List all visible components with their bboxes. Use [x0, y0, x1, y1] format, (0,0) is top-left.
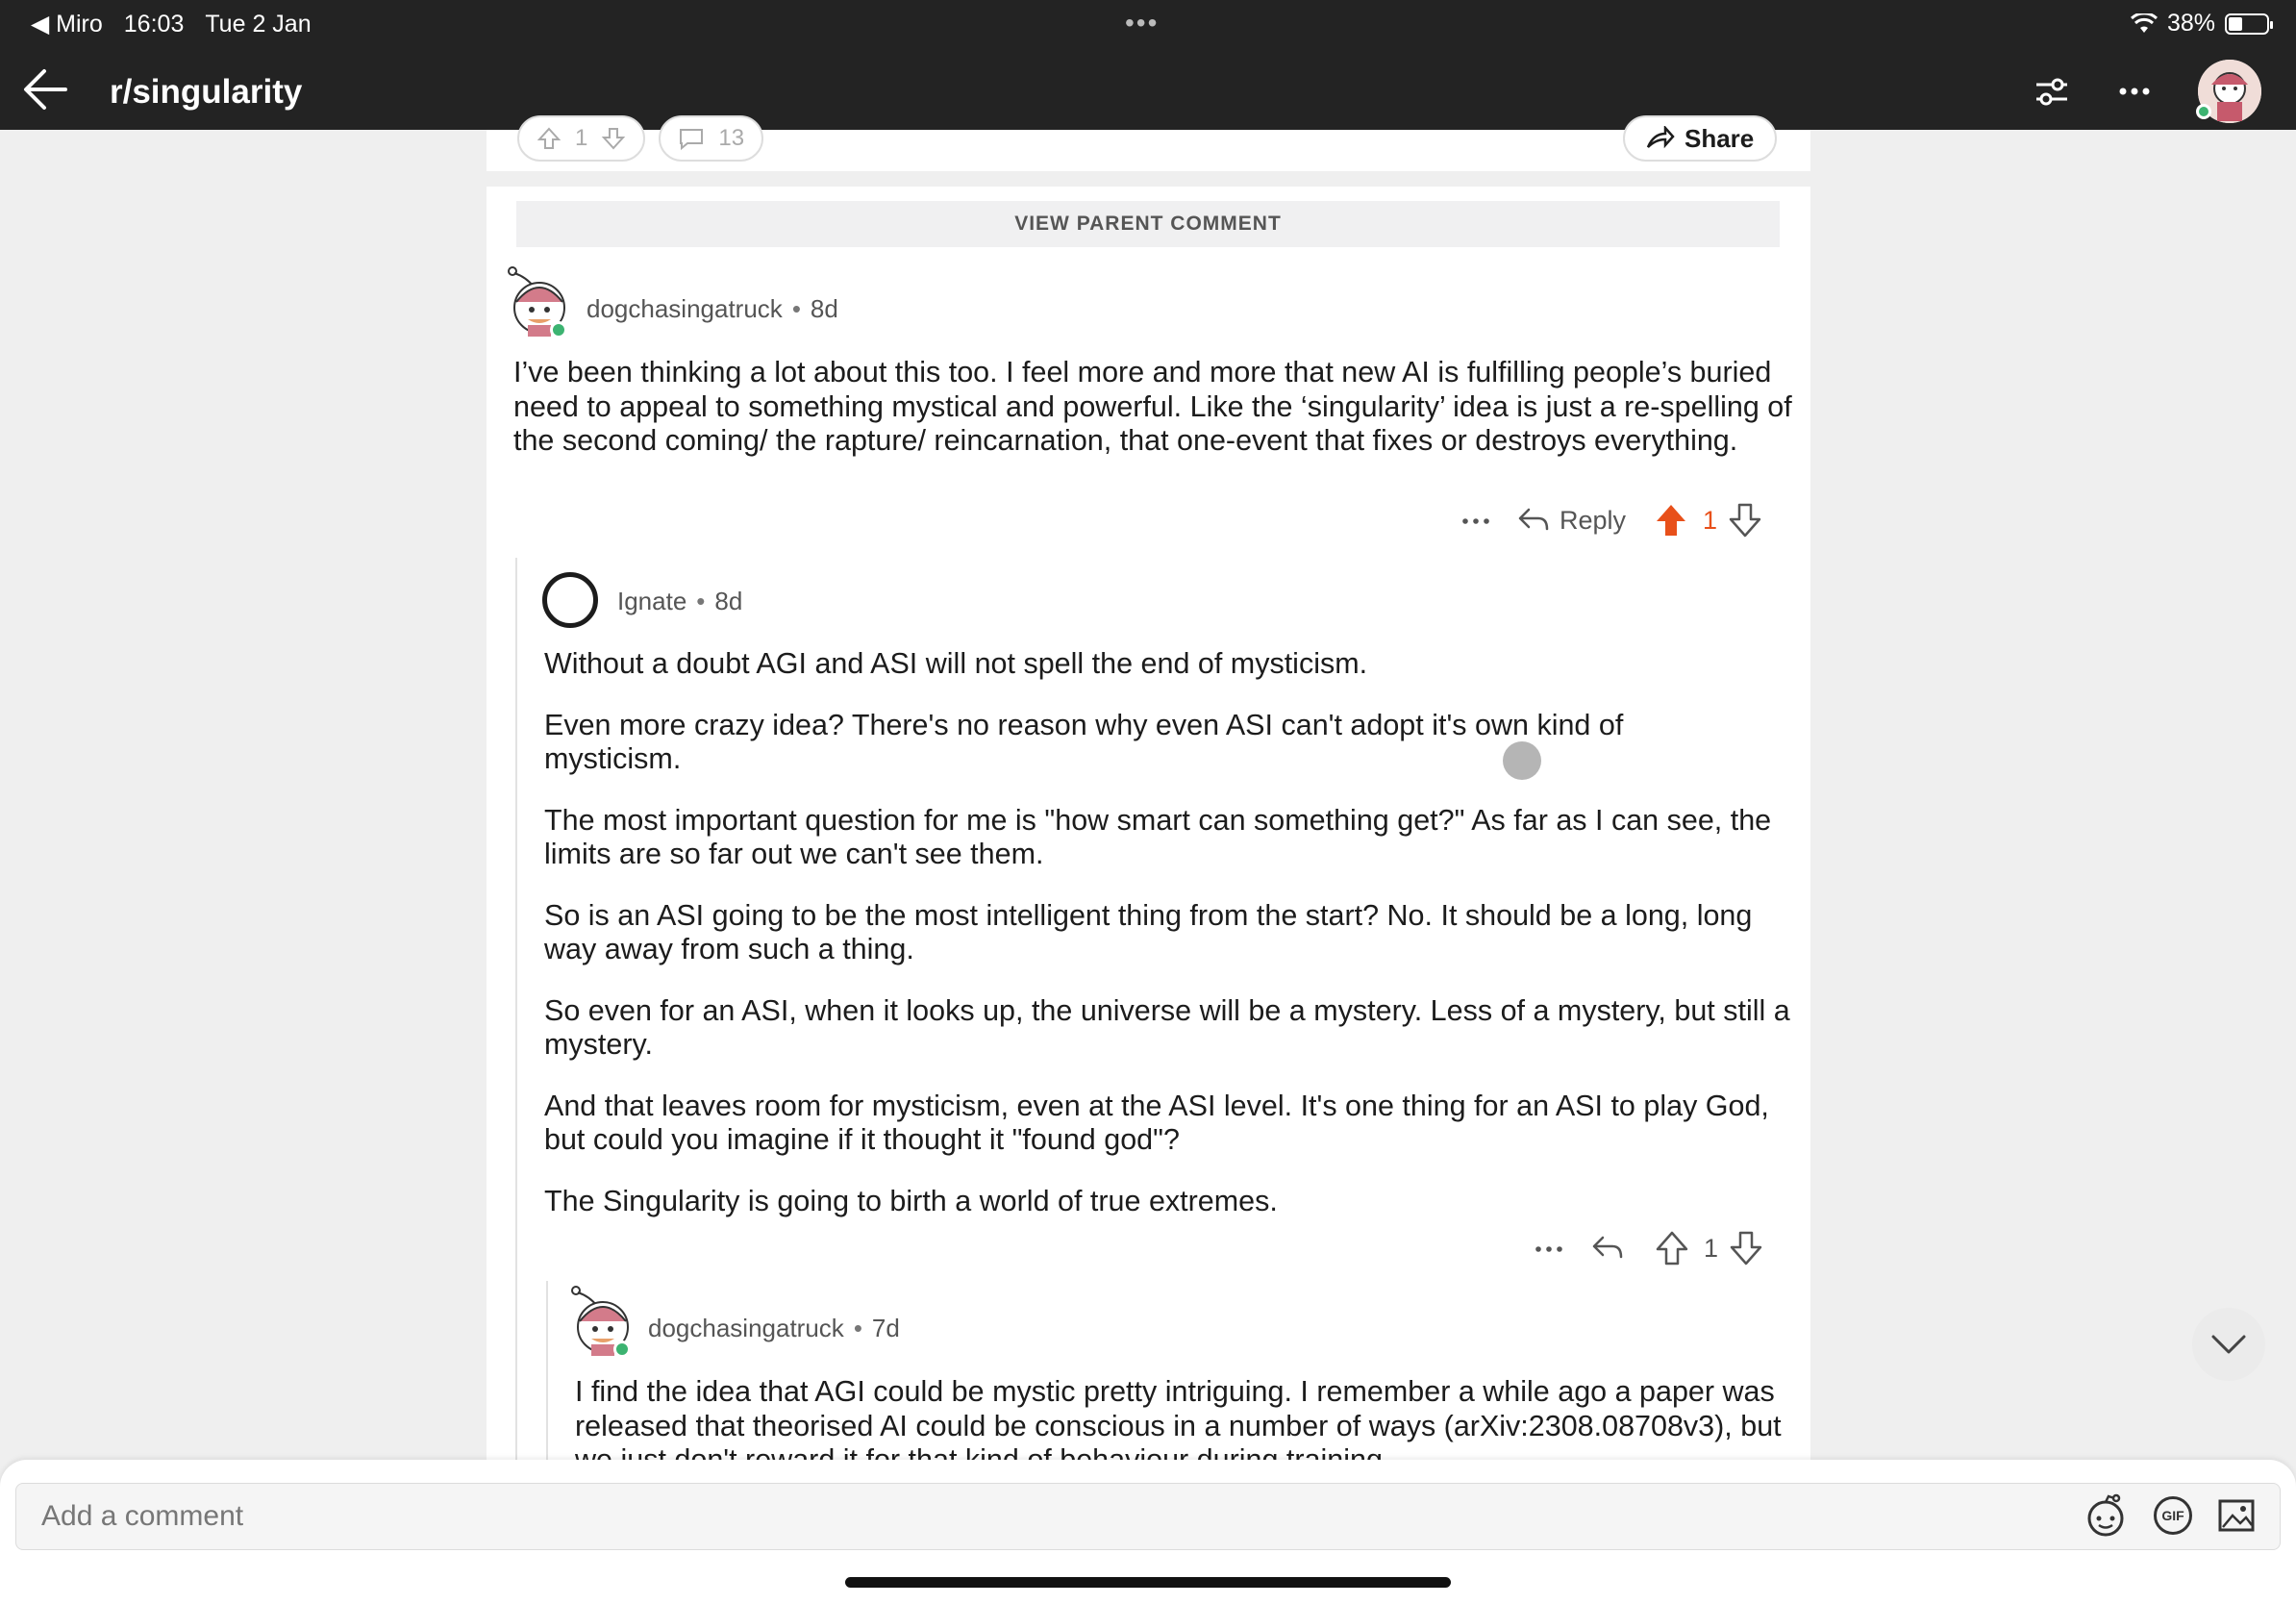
comment-paragraph: Even more crazy idea? There's no reason …	[544, 708, 1624, 776]
reply-icon	[1518, 508, 1549, 531]
comment-username[interactable]: Ignate	[617, 587, 686, 616]
comment-paragraph: The Singularity is going to birth a worl…	[544, 1184, 1278, 1217]
multitasking-dots-icon[interactable]: •••	[1125, 8, 1159, 38]
meta-separator: •	[791, 294, 801, 323]
comment-age: 7d	[871, 1314, 900, 1342]
comment-username[interactable]: dogchasingatruck	[648, 1314, 844, 1343]
post-actions: 1 13	[517, 115, 764, 162]
downvote-icon[interactable]	[1728, 1230, 1764, 1266]
reply-button[interactable]: Reply	[1517, 506, 1626, 536]
comment-paragraph: And that leaves room for mysticism, even…	[544, 1089, 1769, 1157]
more-options-icon[interactable]	[1460, 504, 1492, 537]
more-options-icon[interactable]	[2115, 72, 2154, 111]
share-button[interactable]: Share	[1623, 115, 1778, 162]
filter-sort-icon[interactable]	[2033, 72, 2071, 111]
commenter-avatar[interactable]	[505, 265, 568, 338]
post-comment-count: 13	[718, 125, 745, 151]
comment-icon	[680, 129, 704, 151]
wifi-icon	[2130, 13, 2158, 33]
comment-score: 1	[1704, 1233, 1719, 1263]
comment-body: I find the idea that AGI could be mystic…	[575, 1375, 1786, 1462]
comment-age: 8d	[810, 294, 838, 323]
online-indicator	[2196, 104, 2211, 119]
top-bar: ◀ Miro 16:03 Tue 2 Jan ••• 38% r/singula…	[0, 0, 2296, 130]
downvote-icon[interactable]	[1727, 502, 1763, 539]
scroll-down-button[interactable]	[2192, 1308, 2265, 1381]
thread-line[interactable]	[515, 558, 517, 1462]
battery-icon	[2225, 13, 2273, 35]
meta-separator: •	[853, 1314, 862, 1342]
post-vote-pill[interactable]: 1	[517, 115, 646, 162]
image-upload-icon[interactable]	[2217, 1496, 2256, 1535]
comment-meta: dogchasingatruck • 7d	[648, 1314, 900, 1343]
chevron-down-icon	[2211, 1335, 2246, 1354]
snoo-emoji-icon[interactable]	[2083, 1492, 2129, 1539]
post-score: 1	[575, 125, 588, 151]
comment-body: I’ve been thinking a lot about this too.…	[513, 356, 1792, 486]
back-to-app[interactable]: ◀ Miro	[31, 10, 103, 38]
status-date: Tue 2 Jan	[205, 10, 312, 38]
comment-paragraph: The most important question for me is "h…	[544, 803, 1772, 871]
status-bar: ◀ Miro 16:03 Tue 2 Jan ••• 38%	[0, 0, 2296, 46]
comment-age: 8d	[714, 587, 743, 615]
comment-paragraph: I’ve been thinking a lot about this too.…	[513, 356, 1792, 457]
comment-paragraph: So even for an ASI, when it looks up, th…	[544, 993, 1790, 1062]
online-indicator	[613, 1341, 631, 1358]
home-indicator[interactable]	[845, 1577, 1451, 1588]
status-time: 16:03	[123, 10, 185, 38]
comment-body: Without a doubt AGI and ASI will not spe…	[544, 647, 1794, 1245]
view-parent-comment-button[interactable]: VIEW PARENT COMMENT	[516, 201, 1780, 247]
comment-meta: dogchasingatruck • 8d	[586, 294, 838, 324]
upvote-icon[interactable]	[1654, 1230, 1690, 1266]
comment-paragraph: Without a doubt AGI and ASI will not spe…	[544, 647, 1368, 680]
comment-score: 1	[1703, 505, 1718, 535]
more-options-icon[interactable]	[1533, 1232, 1565, 1265]
commenter-avatar[interactable]	[542, 572, 598, 628]
page-title: r/singularity	[110, 73, 303, 111]
share-icon	[1646, 126, 1675, 149]
comment-paragraph: So is an ASI going to be the most intell…	[544, 898, 1753, 966]
comment-actions: Reply 1	[1460, 502, 1763, 539]
add-comment-input[interactable]: Add a comment	[15, 1483, 2281, 1550]
touch-indicator	[1503, 741, 1541, 780]
nav-bar: r/singularity	[0, 46, 2296, 130]
comment-meta: Ignate • 8d	[617, 587, 742, 616]
thread-line[interactable]	[546, 1281, 548, 1464]
online-indicator	[550, 321, 567, 338]
commenter-avatar[interactable]	[568, 1285, 632, 1358]
reply-icon[interactable]	[1590, 1234, 1625, 1263]
battery-percent: 38%	[2166, 10, 2215, 37]
upvote-icon[interactable]	[537, 126, 562, 151]
user-avatar[interactable]	[2196, 60, 2261, 123]
downvote-icon[interactable]	[601, 126, 626, 151]
meta-separator: •	[696, 587, 706, 615]
card-divider	[487, 171, 1810, 187]
back-arrow-icon[interactable]	[21, 67, 69, 112]
gif-button[interactable]: GIF	[2154, 1496, 2192, 1535]
comment-actions: 1	[1533, 1230, 1764, 1266]
post-comments-pill[interactable]: 13	[659, 115, 764, 162]
comment-username[interactable]: dogchasingatruck	[586, 294, 783, 324]
comment-paragraph: I find the idea that AGI could be mystic…	[575, 1375, 1782, 1462]
upvote-icon[interactable]	[1653, 502, 1689, 539]
